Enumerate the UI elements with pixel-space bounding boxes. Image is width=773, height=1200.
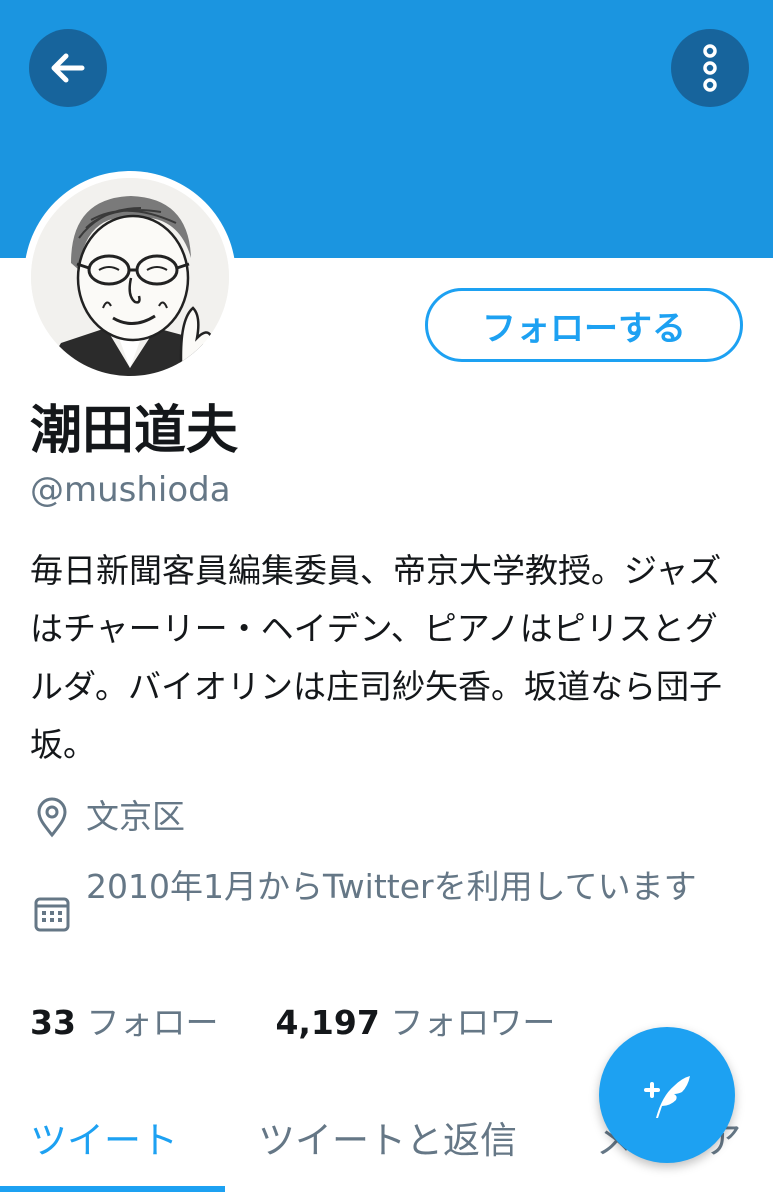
back-button[interactable] [29,29,107,107]
calendar-icon [34,897,70,932]
active-tab-indicator [0,1186,225,1192]
followers-label: フォロワー [390,1003,556,1042]
following-count: 33 [30,1003,76,1042]
compose-tweet-button[interactable] [599,1027,735,1163]
joined-text: 2010年1月からTwitterを利用しています [86,867,697,906]
display-name: 潮田道夫 [30,401,239,461]
followers-count: 4,197 [275,1003,380,1042]
bio-text: 毎日新聞客員編集委員、帝京大学教授。ジャズはチャーリー・ヘイデン、ピアノはピリス… [30,551,723,764]
more-vertical-icon [703,44,717,92]
location-pin-icon [37,797,67,838]
avatar[interactable] [24,171,236,383]
more-options-button[interactable] [671,29,749,107]
arrow-left-icon [51,53,85,83]
tab-tweets[interactable]: ツイート [30,1110,178,1164]
handle: @mushioda [30,470,231,510]
profile-stats: 33 フォロー 4,197 フォロワー [30,1000,555,1046]
tab-tweets-and-replies[interactable]: ツイートと返信 [258,1110,517,1164]
following-label: フォロー [86,1003,219,1042]
location-row: 文京区 [30,792,185,842]
following-link[interactable]: 33 フォロー [30,1003,229,1042]
joined-row: 2010年1月からTwitterを利用しています [30,862,750,936]
avatar-image [31,178,229,376]
follow-button[interactable]: フォローする [425,288,743,362]
compose-tweet-icon [644,1076,690,1118]
location-text: 文京区 [86,797,185,836]
followers-link[interactable]: 4,197 フォロワー [275,1003,555,1042]
